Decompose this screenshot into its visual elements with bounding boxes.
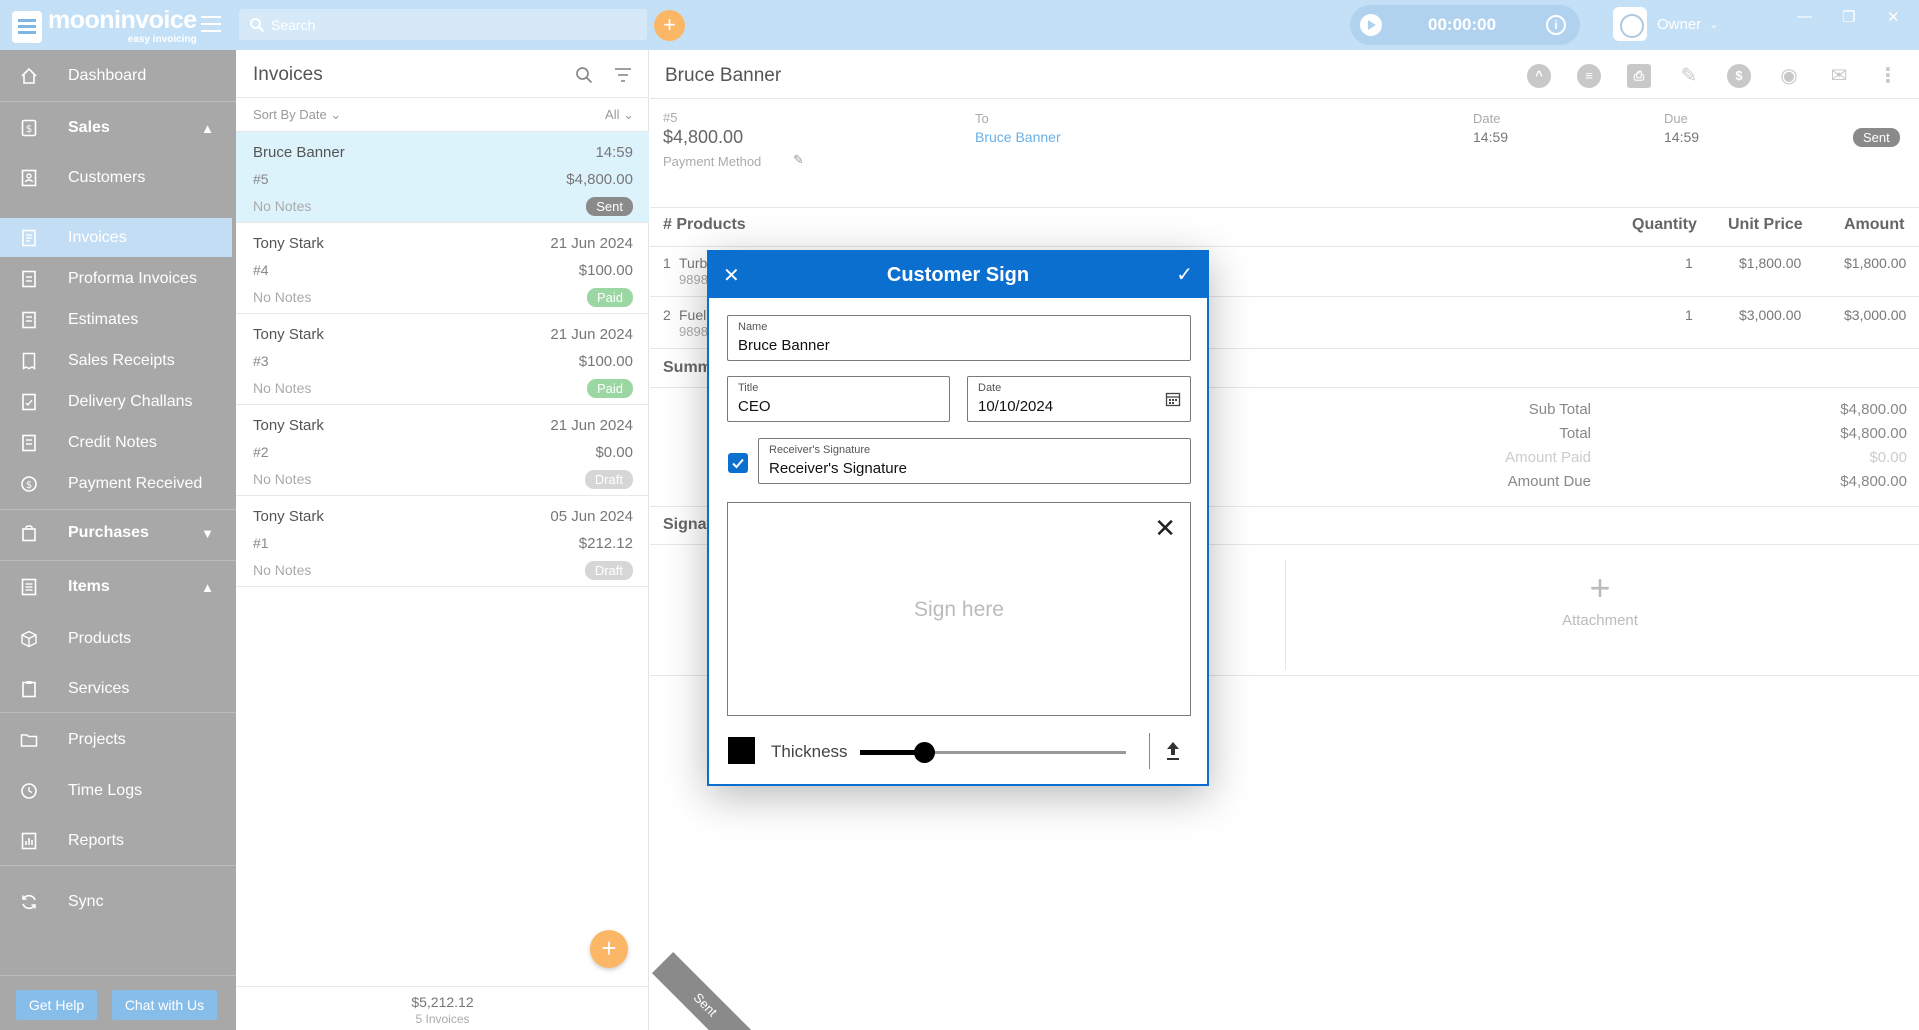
receiver-field-label: Receiver's Signature — [769, 444, 871, 456]
title-field[interactable]: Title — [727, 376, 950, 422]
close-icon[interactable]: ✕ — [723, 263, 740, 288]
customer-sign-dialog: Customer Sign ✕ ✓ Name Title Date Receiv… — [707, 250, 1209, 786]
signature-pad[interactable]: ✕ Sign here — [727, 502, 1191, 716]
date-input[interactable] — [978, 398, 1138, 415]
clear-signature-icon[interactable]: ✕ — [1154, 513, 1176, 544]
sign-here-hint: Sign here — [914, 598, 1004, 621]
date-field-label: Date — [978, 382, 1002, 394]
checkmark-icon — [732, 458, 744, 469]
dialog-title: Customer Sign — [886, 264, 1030, 286]
receiver-input[interactable] — [769, 460, 1136, 477]
date-field[interactable]: Date — [967, 376, 1191, 422]
name-input[interactable] — [738, 337, 1131, 354]
receiver-signature-field[interactable]: Receiver's Signature — [758, 438, 1191, 484]
calendar-icon[interactable] — [1165, 391, 1181, 407]
name-field[interactable]: Name — [727, 315, 1191, 361]
pen-color-swatch[interactable] — [728, 737, 755, 764]
title-input[interactable] — [738, 398, 926, 415]
thickness-label: Thickness — [771, 742, 848, 761]
title-field-label: Title — [738, 382, 759, 394]
receiver-signature-checkbox[interactable] — [728, 453, 748, 473]
upload-icon[interactable] — [1163, 739, 1183, 763]
check-icon[interactable]: ✓ — [1176, 262, 1193, 287]
dialog-header: Customer Sign ✕ ✓ — [709, 252, 1207, 298]
slider-thumb[interactable] — [913, 742, 935, 763]
name-field-label: Name — [738, 321, 768, 333]
